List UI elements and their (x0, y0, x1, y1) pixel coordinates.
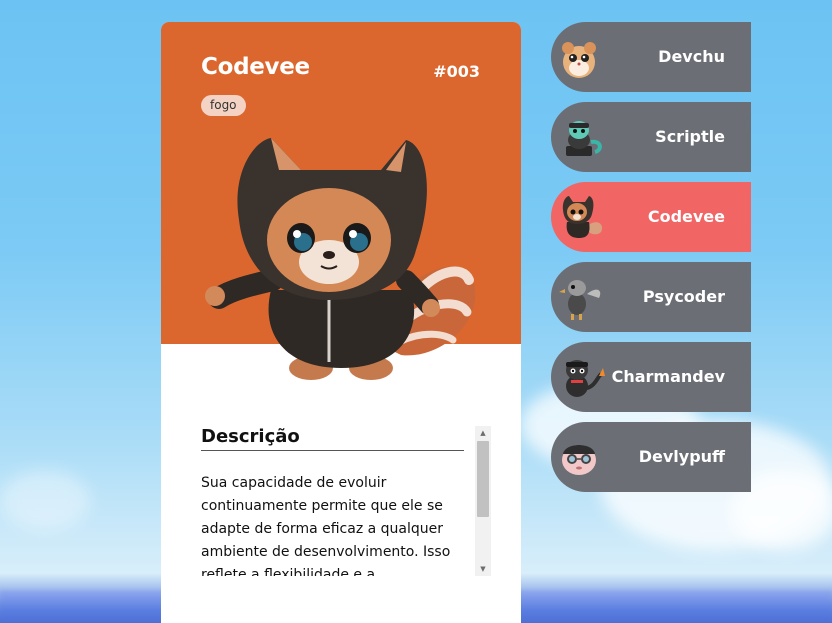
character-number: #003 (433, 62, 480, 81)
hamster-avatar-icon (562, 42, 596, 78)
list-item-label: Devchu (658, 47, 725, 66)
list-item-psycoder[interactable]: Psycoder (551, 262, 751, 332)
list-item-codevee[interactable]: Codevee (551, 182, 751, 252)
puff-avatar-icon (562, 445, 596, 475)
turtle-avatar-icon (566, 121, 602, 156)
list-item-devlypuff[interactable]: Devlypuff (551, 422, 751, 492)
scroll-thumb[interactable] (477, 441, 489, 517)
list-item-charmandev[interactable]: Charmandev (551, 342, 751, 412)
list-item-scriptle[interactable]: Scriptle (551, 102, 751, 172)
scroll-down-arrow-icon[interactable]: ▼ (475, 562, 491, 576)
list-item-label: Devlypuff (638, 447, 725, 466)
list-item-label: Charmandev (611, 367, 725, 386)
lizard-avatar-icon (566, 360, 605, 397)
description-section: Descrição Sua capacidade de evoluir cont… (201, 426, 491, 576)
list-item-label: Scriptle (655, 127, 725, 146)
background-cloud (0, 470, 90, 530)
description-title: Descrição (201, 426, 464, 451)
scroll-up-arrow-icon[interactable]: ▲ (475, 426, 491, 440)
character-card: Codevee #003 fogo Descrição Sua capacida… (161, 22, 521, 623)
list-item-label: Codevee (647, 207, 725, 226)
character-name: Codevee (201, 54, 310, 80)
duck-avatar-icon (559, 280, 601, 320)
list-item-devchu[interactable]: Devchu (551, 22, 751, 92)
red-panda-avatar-icon (562, 196, 603, 238)
description-scrollbar[interactable]: ▲ ▼ (475, 426, 491, 576)
red-panda-hoodie-illustration (205, 138, 476, 380)
description-text: Sua capacidade de evoluir continuamente … (201, 475, 451, 576)
type-badge: fogo (201, 95, 246, 116)
list-item-label: Psycoder (642, 287, 725, 306)
